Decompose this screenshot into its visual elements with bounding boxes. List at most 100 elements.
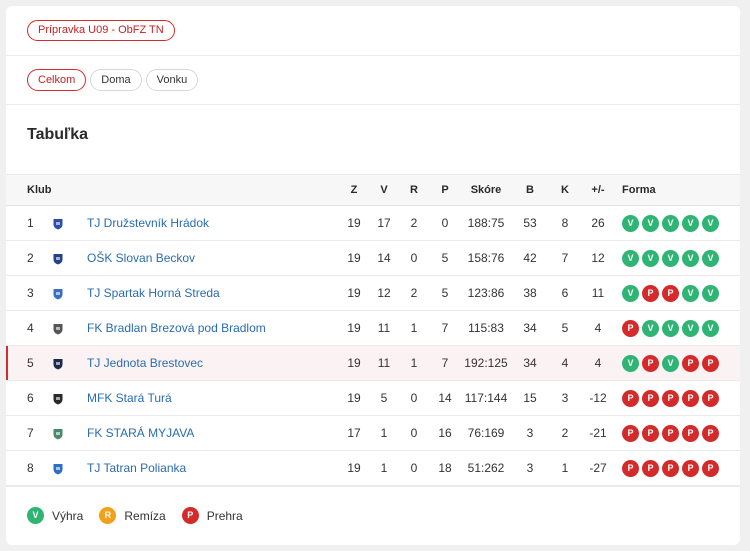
cell-r: 2 bbox=[410, 216, 418, 230]
cell-z: 19 bbox=[347, 356, 361, 370]
form-badge[interactable]: P bbox=[702, 459, 719, 477]
form-badge[interactable]: V bbox=[682, 214, 699, 232]
form-badge[interactable]: P bbox=[642, 389, 659, 407]
legend-label: Výhra bbox=[52, 508, 84, 523]
form-badge[interactable]: P bbox=[682, 354, 699, 372]
form-badge[interactable]: P bbox=[662, 459, 679, 477]
club-logo-cell bbox=[52, 206, 78, 241]
form-badge[interactable]: V bbox=[662, 249, 679, 267]
cell-skore: 188:75 bbox=[467, 216, 505, 230]
cell-v: 1 bbox=[380, 426, 388, 440]
form-badge[interactable]: V bbox=[622, 214, 639, 232]
form-badge[interactable]: P bbox=[622, 424, 639, 442]
cell-r: 0 bbox=[410, 461, 418, 475]
row-position: 8 bbox=[27, 461, 34, 475]
col-r: R bbox=[398, 174, 430, 206]
cell-b: 38 bbox=[523, 286, 537, 300]
table-row[interactable]: 2 OŠK Slovan Beckov 19 14 0 5 158:76 42 7 12 V V V V V bbox=[6, 241, 740, 276]
standings-table: Klub Z V R P Skóre B K +/- Forma 1 TJ Dru… bbox=[6, 174, 740, 486]
row-position: 3 bbox=[27, 286, 34, 300]
cell-diff: -12 bbox=[589, 391, 607, 405]
tab-doma[interactable]: Doma bbox=[90, 69, 142, 91]
filter-tabs: Celkom Doma Vonku bbox=[27, 69, 199, 91]
form-badge[interactable]: V bbox=[622, 249, 639, 267]
form-badge[interactable]: V bbox=[622, 284, 639, 302]
cell-diff: 11 bbox=[591, 286, 605, 300]
form-badge[interactable]: P bbox=[682, 424, 699, 442]
form-badge[interactable]: P bbox=[662, 424, 679, 442]
cell-skore: 117:144 bbox=[464, 391, 508, 405]
form-badge[interactable]: V bbox=[682, 249, 699, 267]
club-name-link[interactable]: TJ Jednota Brestovec bbox=[78, 346, 338, 381]
form-badge[interactable]: P bbox=[682, 389, 699, 407]
col-v: V bbox=[370, 174, 398, 206]
tab-celkom[interactable]: Celkom bbox=[27, 69, 87, 91]
form-badge[interactable]: P bbox=[622, 389, 639, 407]
form-badge[interactable]: V bbox=[662, 319, 679, 337]
form-badge[interactable]: P bbox=[642, 424, 659, 442]
form-badge[interactable]: V bbox=[682, 284, 699, 302]
club-name-link[interactable]: TJ Družstevník Hrádok bbox=[78, 206, 338, 241]
form-badge[interactable]: P bbox=[662, 284, 679, 302]
club-crest-icon bbox=[53, 393, 63, 405]
cell-p: 7 bbox=[441, 356, 449, 370]
table-row[interactable]: 5 TJ Jednota Brestovec 19 11 1 7 192:125 34 4 4 V P… bbox=[6, 345, 740, 381]
tab-vonku[interactable]: Vonku bbox=[145, 69, 199, 91]
form-badge[interactable]: P bbox=[622, 459, 639, 477]
form-badge[interactable]: V bbox=[662, 354, 679, 372]
cell-skore: 192:125 bbox=[464, 356, 508, 370]
cell-k: 5 bbox=[561, 321, 569, 335]
form-badge[interactable]: V bbox=[622, 354, 639, 372]
cell-diff: 12 bbox=[591, 251, 605, 265]
form-badge[interactable]: P bbox=[642, 284, 659, 302]
club-name-link[interactable]: OŠK Slovan Beckov bbox=[78, 241, 338, 276]
form-badge[interactable]: V bbox=[682, 319, 699, 337]
form-badge[interactable]: V bbox=[642, 319, 659, 337]
form-badge[interactable]: V bbox=[662, 214, 679, 232]
form-badge[interactable]: P bbox=[682, 459, 699, 477]
table-row[interactable]: 4 FK Bradlan Brezová pod Bradlom 19 11 1 7 115… bbox=[6, 311, 740, 346]
form-badge[interactable]: P bbox=[702, 389, 719, 407]
cell-k: 2 bbox=[561, 426, 569, 440]
cell-z: 17 bbox=[347, 426, 361, 440]
form-cell: VPVPP bbox=[614, 346, 740, 381]
table-row[interactable]: 7 FK STARÁ MYJAVA 17 1 0 16 76:169 3 2 -21 P P P P P bbox=[6, 416, 740, 451]
club-logo-cell bbox=[52, 276, 78, 311]
col-klub: Klub bbox=[6, 174, 338, 206]
form-badge[interactable]: P bbox=[662, 389, 679, 407]
table-row[interactable]: 6 MFK Stará Turá 19 5 0 14 117:144 15 3 -12 P P P P P bbox=[6, 381, 740, 416]
form-badge[interactable]: P bbox=[622, 319, 639, 337]
club-crest-icon bbox=[53, 428, 63, 440]
cell-diff: 4 bbox=[594, 356, 602, 370]
club-logo-cell bbox=[52, 381, 78, 416]
cell-b: 3 bbox=[526, 426, 534, 440]
form-badge[interactable]: V bbox=[642, 249, 659, 267]
cell-z: 19 bbox=[347, 251, 361, 265]
club-name-link[interactable]: FK STARÁ MYJAVA bbox=[78, 416, 338, 451]
cell-v: 12 bbox=[377, 286, 391, 300]
form-badge[interactable]: V bbox=[702, 249, 719, 267]
form-badge[interactable]: P bbox=[702, 354, 719, 372]
club-crest-icon bbox=[53, 253, 63, 265]
cell-r: 1 bbox=[410, 356, 418, 370]
club-crest-icon bbox=[53, 288, 63, 300]
form-badge[interactable]: V bbox=[702, 214, 719, 232]
cell-v: 1 bbox=[380, 461, 388, 475]
cell-p: 5 bbox=[441, 286, 449, 300]
table-row[interactable]: 1 TJ Družstevník Hrádok 19 17 2 0 188:75 53 8 26 V… bbox=[6, 206, 740, 241]
club-name-link[interactable]: TJ Spartak Horná Streda bbox=[78, 276, 338, 311]
form-badge[interactable]: P bbox=[642, 459, 659, 477]
club-logo-cell bbox=[52, 311, 78, 346]
club-name-link[interactable]: TJ Tatran Polianka bbox=[78, 451, 338, 486]
form-badge[interactable]: V bbox=[642, 214, 659, 232]
form-badge[interactable]: V bbox=[702, 319, 719, 337]
form-badge[interactable]: P bbox=[702, 424, 719, 442]
club-name-link[interactable]: MFK Stará Turá bbox=[78, 381, 338, 416]
row-position: 5 bbox=[27, 356, 34, 370]
form-badge[interactable]: V bbox=[702, 284, 719, 302]
table-row[interactable]: 3 TJ Spartak Horná Streda 19 12 2 5 123:86 38 6 1… bbox=[6, 276, 740, 311]
competition-selector-button[interactable]: Prípravka U09 - ObFZ TN bbox=[27, 20, 175, 41]
form-badge[interactable]: P bbox=[642, 354, 659, 372]
club-name-link[interactable]: FK Bradlan Brezová pod Bradlom bbox=[78, 311, 338, 346]
table-row[interactable]: 8 TJ Tatran Polianka 19 1 0 18 51:262 3 1 -27 P P P P… bbox=[6, 451, 740, 486]
